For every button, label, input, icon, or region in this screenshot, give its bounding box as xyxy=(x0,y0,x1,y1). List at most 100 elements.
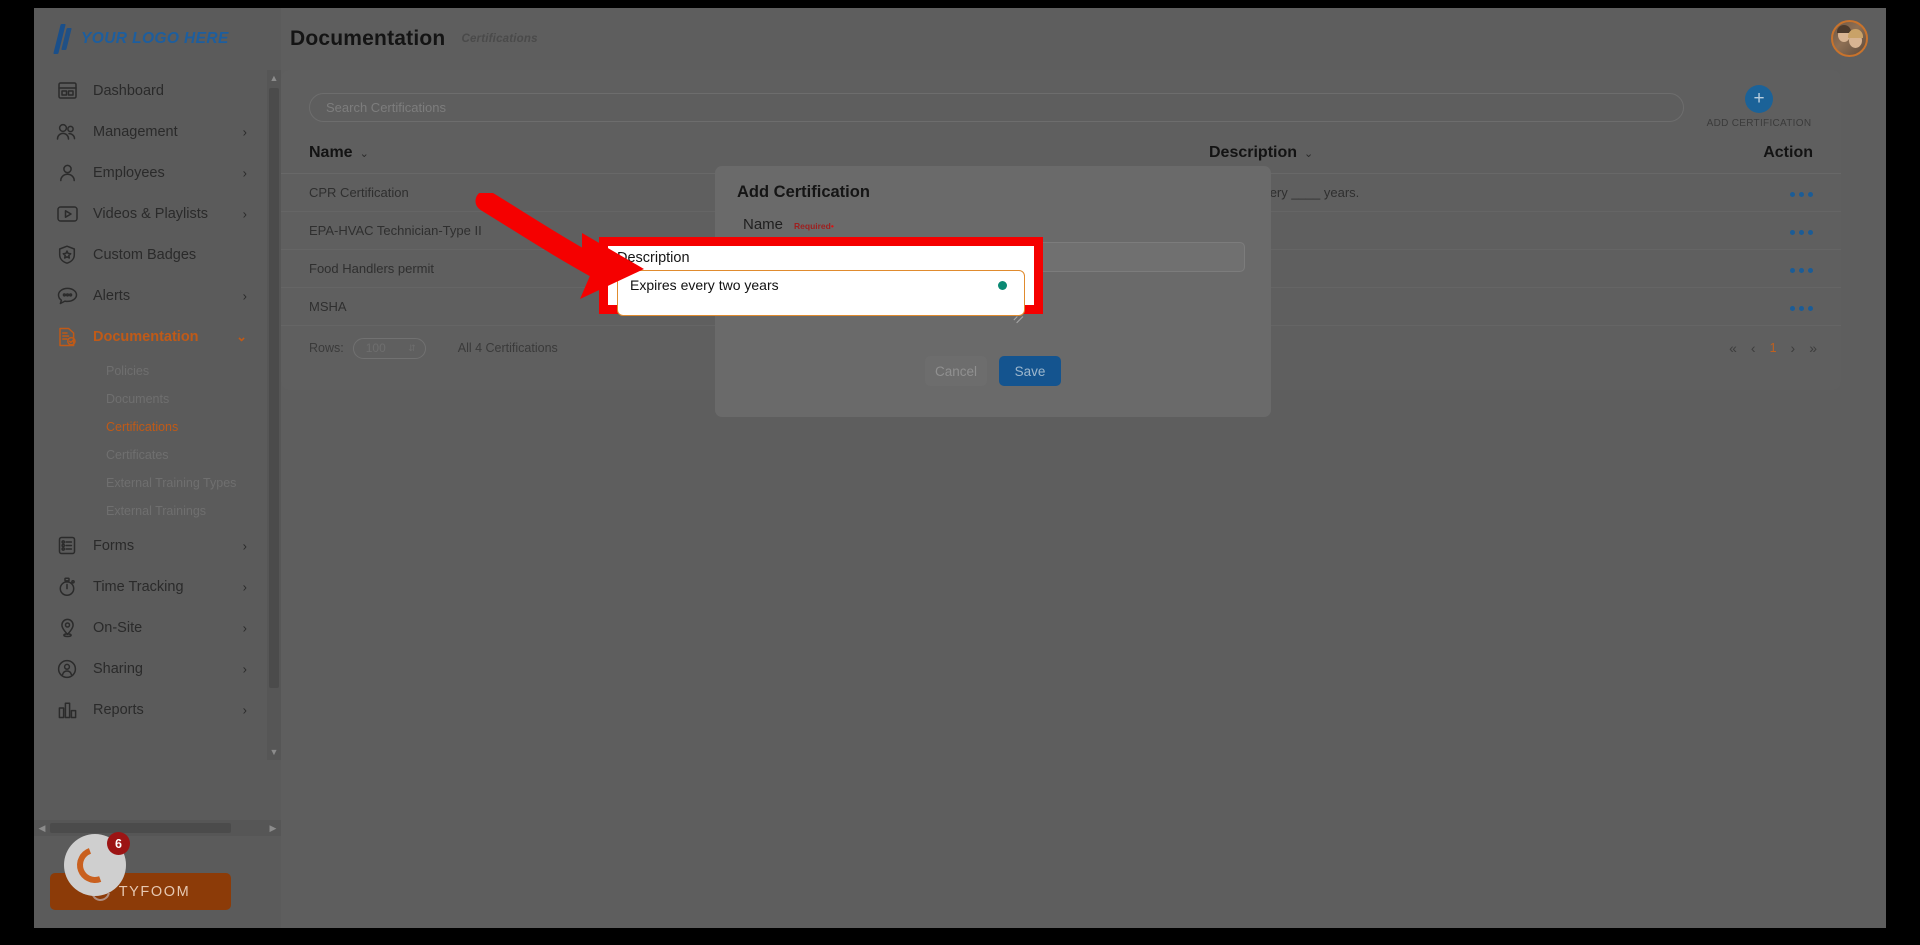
modal-action-row: Cancel Save xyxy=(715,356,1271,386)
name-label: Name xyxy=(743,216,784,233)
sidebar-subitem-documents[interactable]: Documents xyxy=(34,385,281,413)
plus-icon: + xyxy=(1745,85,1773,113)
description-label: Description xyxy=(617,250,690,266)
chevron-down-icon[interactable]: ⌄ xyxy=(1304,148,1313,160)
sidebar-item-label: Videos & Playlists xyxy=(93,205,208,222)
sidebar-subitem-label: External Trainings xyxy=(106,504,207,518)
resize-handle[interactable] xyxy=(1013,308,1024,324)
chevron-right-icon: › xyxy=(242,288,247,303)
notification-badge-avatar[interactable]: 6 xyxy=(64,832,130,896)
column-header-label: Description xyxy=(1209,143,1298,161)
chevron-down-icon: ⌄ xyxy=(236,328,247,344)
cell-description: TEst xyxy=(1209,299,1749,314)
chevron-right-icon: › xyxy=(242,579,247,594)
pagination: « ‹ 1 › » xyxy=(1729,340,1817,356)
sidebar-item-label: Reports xyxy=(93,701,144,718)
screenshot-root: YOUR LOGO HERE Dashboard Management › Em… xyxy=(0,0,1920,945)
sidebar-vertical-scrollbar[interactable]: ▲ ▼ xyxy=(267,70,281,760)
status-dot-icon xyxy=(998,281,1007,290)
breadcrumb: Certifications xyxy=(461,33,538,45)
dashboard-icon xyxy=(54,80,80,102)
add-certification-button[interactable]: + ADD CERTIFICATION xyxy=(1703,85,1815,129)
sidebar-item-time-tracking[interactable]: Time Tracking › xyxy=(34,566,281,607)
sidebar-item-dashboard[interactable]: Dashboard xyxy=(34,70,281,111)
sidebar-item-forms[interactable]: Forms › xyxy=(34,525,281,566)
sidebar-item-sharing[interactable]: Sharing › xyxy=(34,648,281,689)
search-input[interactable] xyxy=(309,93,1684,122)
sidebar-nav: Dashboard Management › Employees › Video… xyxy=(34,70,281,760)
sidebar-item-label: On-Site xyxy=(93,619,143,636)
name-label-row: Name Required• xyxy=(743,216,1245,233)
sidebar-subitem-certificates[interactable]: Certificates xyxy=(34,441,281,469)
page-title: Documentation xyxy=(290,27,446,50)
description-textarea[interactable] xyxy=(617,270,1025,316)
logo-mark-icon xyxy=(53,24,72,54)
sidebar-item-management[interactable]: Management › xyxy=(34,111,281,152)
sidebar-horizontal-scrollbar[interactable]: ◀ ▶ xyxy=(34,820,281,836)
scroll-down-icon[interactable]: ▼ xyxy=(267,744,281,760)
sidebar-item-alerts[interactable]: Alerts › xyxy=(34,275,281,316)
sidebar-subitem-label: Policies xyxy=(106,364,150,378)
sidebar-item-reports[interactable]: Reports › xyxy=(34,689,281,730)
sidebar-subitem-label: Certificates xyxy=(106,448,169,462)
scroll-up-icon[interactable]: ▲ xyxy=(267,70,281,86)
shield-star-icon xyxy=(54,244,80,266)
sidebar-item-label: Documentation xyxy=(93,328,199,345)
rows-per-page-select[interactable]: 100 ⇵ xyxy=(352,337,426,359)
sidebar-item-custom-badges[interactable]: Custom Badges xyxy=(34,234,281,275)
person-icon xyxy=(54,162,80,184)
chevron-right-icon: › xyxy=(242,165,247,180)
sidebar-subitem-external-trainings[interactable]: External Trainings xyxy=(34,497,281,525)
rows-label: Rows: xyxy=(309,341,344,355)
sidebar-subitem-certifications[interactable]: Certifications xyxy=(34,413,281,441)
notification-count-badge: 6 xyxy=(107,832,130,855)
more-options-icon[interactable] xyxy=(1749,260,1841,278)
sidebar-item-label: Sharing xyxy=(93,660,143,677)
sidebar-subitem-policies[interactable]: Policies xyxy=(34,357,281,385)
pagination-prev-button[interactable]: ‹ xyxy=(1751,340,1756,356)
form-list-icon xyxy=(54,535,80,557)
pagination-first-button[interactable]: « xyxy=(1729,340,1737,356)
brand-logo[interactable]: YOUR LOGO HERE xyxy=(34,8,281,70)
column-header-name[interactable]: Name ⌄ xyxy=(309,144,1209,162)
scroll-right-icon[interactable]: ▶ xyxy=(265,820,281,836)
more-options-icon[interactable] xyxy=(1749,184,1841,202)
sidebar-item-label: Forms xyxy=(93,537,135,554)
sidebar-subitem-external-training-types[interactable]: External Training Types xyxy=(34,469,281,497)
sidebar-item-videos-playlists[interactable]: Videos & Playlists › xyxy=(34,193,281,234)
chevron-right-icon: › xyxy=(242,124,247,139)
scrollbar-thumb[interactable] xyxy=(269,88,279,688)
chat-bubble-icon xyxy=(54,285,80,307)
required-label: Required xyxy=(794,221,831,231)
more-options-icon[interactable] xyxy=(1749,222,1841,240)
column-header-description[interactable]: Description ⌄ xyxy=(1209,144,1749,162)
cancel-button[interactable]: Cancel xyxy=(925,356,987,386)
video-icon xyxy=(54,203,80,225)
sidebar-subitem-label: Documents xyxy=(106,392,170,406)
stopwatch-icon xyxy=(54,576,80,598)
app-window: YOUR LOGO HERE Dashboard Management › Em… xyxy=(34,8,1886,928)
sidebar-item-documentation[interactable]: Documentation ⌄ xyxy=(34,316,281,357)
pagination-next-button[interactable]: › xyxy=(1791,340,1796,356)
scroll-left-icon[interactable]: ◀ xyxy=(34,820,50,836)
required-star-icon: • xyxy=(830,221,834,231)
more-options-icon[interactable] xyxy=(1749,298,1841,316)
save-button[interactable]: Save xyxy=(999,356,1061,386)
sidebar-item-label: Time Tracking xyxy=(93,578,184,595)
bar-chart-icon xyxy=(54,699,80,721)
stepper-icon[interactable]: ⇵ xyxy=(408,343,416,354)
pagination-current-page[interactable]: 1 xyxy=(1770,341,1777,355)
column-header-label: Name xyxy=(309,143,353,161)
user-avatar[interactable] xyxy=(1831,20,1868,57)
share-person-icon xyxy=(54,658,80,680)
chevron-down-icon[interactable]: ⌄ xyxy=(360,148,369,160)
sidebar-item-label: Alerts xyxy=(93,287,131,304)
chevron-right-icon: › xyxy=(242,538,247,553)
column-header-action: Action xyxy=(1749,144,1841,162)
scrollbar-thumb[interactable] xyxy=(50,823,231,833)
sidebar-subitem-label: Certifications xyxy=(106,420,179,434)
sidebar-item-employees[interactable]: Employees › xyxy=(34,152,281,193)
pagination-last-button[interactable]: » xyxy=(1809,340,1817,356)
chevron-right-icon: › xyxy=(242,661,247,676)
sidebar-item-on-site[interactable]: On-Site › xyxy=(34,607,281,648)
